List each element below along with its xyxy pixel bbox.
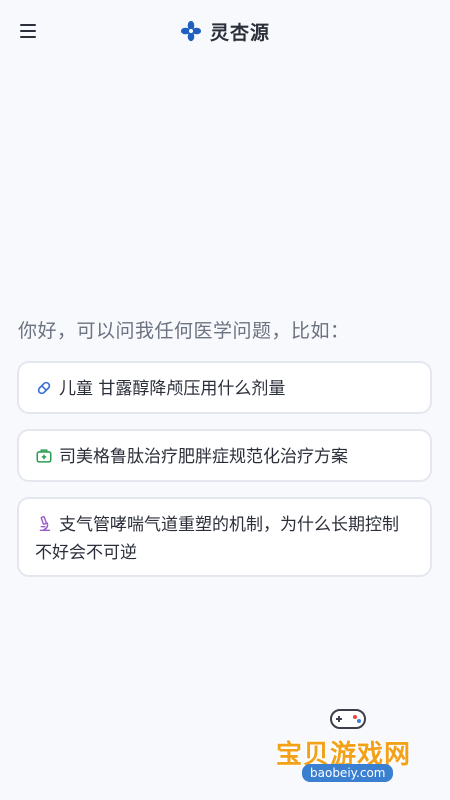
menu-line xyxy=(20,30,36,32)
brand: 灵杏源 xyxy=(180,18,270,45)
gamepad-icon xyxy=(330,709,366,729)
flower-logo-icon xyxy=(180,20,202,42)
greeting-text: 你好，可以问我任何医学问题，比如： xyxy=(18,320,350,342)
watermark: 宝贝游戏网 baobeiy.com xyxy=(272,702,432,792)
suggestion-text: 支气管哮喘气道重塑的机制，为什么长期控制不好会不可逆 xyxy=(35,515,399,563)
suggestion-list: 儿童 甘露醇降颅压用什么剂量 司美格鲁肽治疗肥胖症规范化治疗方案 支气管哮喘气道… xyxy=(17,361,433,592)
microscope-icon xyxy=(39,516,51,532)
suggestion-card-3[interactable]: 支气管哮喘气道重塑的机制，为什么长期控制不好会不可逆 xyxy=(17,497,432,577)
suggestion-card-1[interactable]: 儿童 甘露醇降颅压用什么剂量 xyxy=(17,361,432,414)
menu-line xyxy=(20,36,36,38)
medical-kit-icon xyxy=(36,449,52,463)
pill-icon xyxy=(37,381,51,395)
suggestion-text: 儿童 甘露醇降颅压用什么剂量 xyxy=(59,379,286,399)
top-bar: 灵杏源 xyxy=(0,0,450,62)
suggestion-card-2[interactable]: 司美格鲁肽治疗肥胖症规范化治疗方案 xyxy=(17,429,432,482)
menu-button[interactable] xyxy=(20,20,42,42)
watermark-url: baobeiy.com xyxy=(302,764,394,782)
suggestion-text: 司美格鲁肽治疗肥胖症规范化治疗方案 xyxy=(59,447,348,467)
app-title: 灵杏源 xyxy=(209,21,270,44)
menu-line xyxy=(20,24,36,26)
